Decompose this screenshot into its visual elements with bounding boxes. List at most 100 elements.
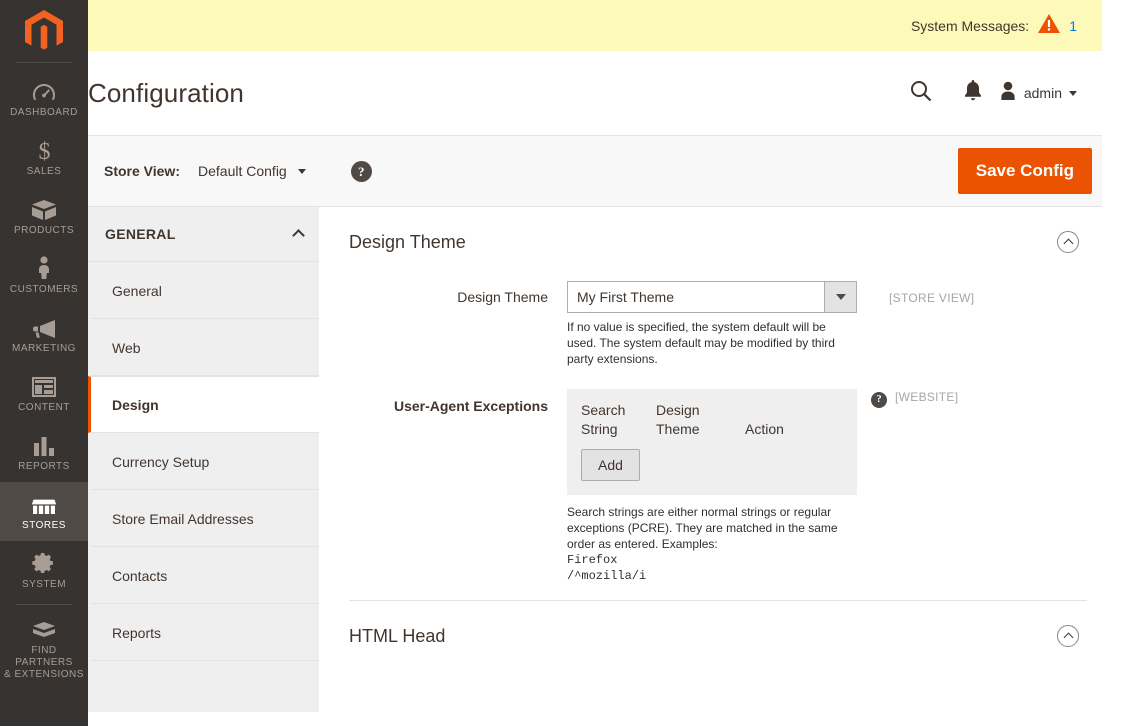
gear-icon xyxy=(32,549,56,575)
config-nav-group-title: GENERAL xyxy=(105,226,176,242)
sidebar-item-marketing[interactable]: MARKETING xyxy=(0,305,88,364)
config-nav-item-label: Currency Setup xyxy=(112,453,210,470)
storefront-icon xyxy=(31,490,57,516)
layout-icon xyxy=(32,372,56,398)
sidebar-item-label: SYSTEM xyxy=(21,579,67,590)
admin-page: DASHBOARD $ SALES PRODUCTS CUSTOMERS MAR… xyxy=(0,0,1147,726)
user-agent-exceptions-table: Search String Design Theme Action Add xyxy=(567,389,857,495)
section-design-theme-header[interactable]: Design Theme xyxy=(349,207,1087,277)
section-html-head-header[interactable]: HTML Head xyxy=(349,601,1087,671)
page-title: Configuration xyxy=(88,77,244,108)
save-config-button[interactable]: Save Config xyxy=(957,148,1092,194)
question-mark-icon[interactable]: ? xyxy=(871,392,887,408)
config-nav-group-general[interactable]: GENERAL xyxy=(88,207,319,262)
bell-icon xyxy=(964,80,982,106)
store-view-value: Default Config xyxy=(198,163,287,179)
admin-user-menu[interactable]: admin xyxy=(999,81,1087,105)
sidebar-item-label-line2: & EXTENSIONS xyxy=(4,669,84,680)
config-form: Design Theme Design Theme My First Theme… xyxy=(319,207,1102,712)
user-avatar-icon xyxy=(999,81,1017,105)
store-view-label: Store View: xyxy=(104,163,180,179)
megaphone-icon xyxy=(31,313,57,339)
user-agent-exceptions-note: Search strings are either normal strings… xyxy=(567,505,838,551)
config-nav: GENERAL General Web Design Currency Setu… xyxy=(88,207,319,712)
sidebar-item-label: CUSTOMERS xyxy=(9,284,79,295)
config-nav-item-currency-setup[interactable]: Currency Setup xyxy=(88,433,319,490)
sidebar-divider-bottom xyxy=(16,604,72,605)
chevron-down-icon xyxy=(297,168,306,174)
column-header-line2: Theme xyxy=(656,421,700,437)
sidebar-item-dashboard[interactable]: DASHBOARD xyxy=(0,69,88,128)
column-header-line1: Search xyxy=(581,402,626,418)
admin-user-name: admin xyxy=(1023,85,1062,101)
design-theme-scope: [STORE VIEW] xyxy=(889,291,975,305)
notifications-button[interactable] xyxy=(947,72,999,114)
config-nav-item-general[interactable]: General xyxy=(88,262,319,319)
sidebar-item-find-partners[interactable]: FIND PARTNERS & EXTENSIONS xyxy=(0,607,88,690)
sidebar-item-products[interactable]: PRODUCTS xyxy=(0,187,88,246)
config-nav-item-label: General xyxy=(112,282,162,299)
config-nav-item-label: Contacts xyxy=(112,567,168,584)
sidebar-item-reports[interactable]: REPORTS xyxy=(0,423,88,482)
person-icon xyxy=(36,254,52,280)
svg-text:$: $ xyxy=(38,139,50,162)
field-control: My First Theme If no value is specified,… xyxy=(567,281,857,367)
sidebar-item-stores[interactable]: STORES xyxy=(0,482,88,541)
sidebar-item-customers[interactable]: CUSTOMERS xyxy=(0,246,88,305)
sidebar-divider-top xyxy=(16,62,72,63)
question-mark-icon[interactable]: ? xyxy=(350,160,372,182)
dashboard-icon xyxy=(32,77,56,103)
store-view-switcher[interactable]: Default Config xyxy=(198,163,306,179)
config-nav-item-store-email-addresses[interactable]: Store Email Addresses xyxy=(88,490,319,547)
chevron-up-icon xyxy=(292,229,305,242)
dropdown-arrow-icon[interactable] xyxy=(824,282,856,312)
config-nav-item-reports[interactable]: Reports xyxy=(88,604,319,661)
user-agent-exceptions-scope: [WEBSITE] xyxy=(895,390,959,404)
admin-sidebar: DASHBOARD $ SALES PRODUCTS CUSTOMERS MAR… xyxy=(0,0,88,726)
user-agent-example-1: Firefox xyxy=(567,553,618,567)
config-nav-item-label: Design xyxy=(112,396,159,413)
sidebar-item-label: PRODUCTS xyxy=(13,225,75,236)
sidebar-item-label: SALES xyxy=(26,166,62,177)
magento-logo[interactable] xyxy=(0,0,88,62)
config-content: GENERAL General Web Design Currency Setu… xyxy=(88,207,1102,712)
config-nav-item-web[interactable]: Web xyxy=(88,319,319,376)
table-header-row: Search String Design Theme Action xyxy=(581,401,843,439)
puzzle-box-icon xyxy=(31,615,57,641)
add-user-agent-exception-button[interactable]: Add xyxy=(581,449,640,481)
sidebar-item-sales[interactable]: $ SALES xyxy=(0,128,88,187)
config-nav-item-design[interactable]: Design xyxy=(88,376,319,433)
user-agent-example-2: /^mozilla/i xyxy=(567,569,647,583)
circle-chevron-up-icon[interactable] xyxy=(1057,625,1079,647)
system-messages-label: System Messages: xyxy=(910,17,1030,34)
sidebar-item-label-line1: FIND PARTNERS xyxy=(15,645,73,668)
field-user-agent-exceptions: User-Agent Exceptions Search String Desi… xyxy=(349,367,1087,584)
circle-chevron-up-icon[interactable] xyxy=(1057,231,1079,253)
sidebar-item-label: DASHBOARD xyxy=(10,107,78,118)
user-agent-help-slot: ? xyxy=(863,389,895,408)
chevron-down-icon xyxy=(1069,90,1077,96)
dollar-icon: $ xyxy=(37,136,52,162)
magento-logo-icon xyxy=(25,10,63,50)
search-button[interactable] xyxy=(895,72,947,114)
sidebar-item-system[interactable]: SYSTEM xyxy=(0,541,88,600)
search-icon xyxy=(910,80,932,107)
column-header-action: Action xyxy=(745,421,784,437)
field-control: Search String Design Theme Action Add Se… xyxy=(567,389,863,584)
design-theme-select-value: My First Theme xyxy=(577,289,674,305)
config-nav-item-label: Reports xyxy=(112,624,162,641)
field-design-theme: Design Theme My First Theme If no value … xyxy=(349,277,1087,367)
system-messages-count[interactable]: 1 xyxy=(1069,18,1077,34)
sidebar-item-content[interactable]: CONTENT xyxy=(0,364,88,423)
section-title: Design Theme xyxy=(349,231,466,252)
section-design-theme: Design Theme Design Theme My First Theme… xyxy=(349,207,1087,601)
header-actions: admin xyxy=(895,72,1087,114)
bar-chart-icon xyxy=(32,431,56,457)
field-label: Design Theme xyxy=(457,289,548,305)
warning-triangle-icon[interactable] xyxy=(1038,13,1061,38)
box-icon xyxy=(31,195,57,221)
column-header-design-theme: Design Theme xyxy=(656,401,745,439)
sidebar-item-label: REPORTS xyxy=(18,461,70,472)
design-theme-select[interactable]: My First Theme xyxy=(567,281,857,313)
config-nav-item-contacts[interactable]: Contacts xyxy=(88,547,319,604)
